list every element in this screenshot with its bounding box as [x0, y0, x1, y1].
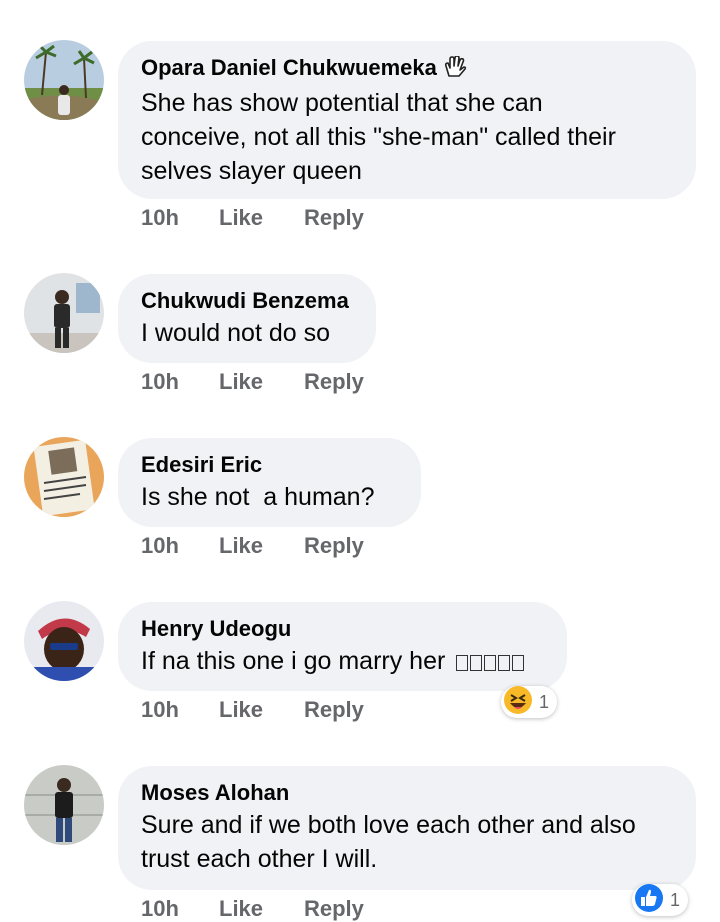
author-name[interactable]: Opara Daniel Chukwuemeka: [141, 53, 672, 86]
like-button[interactable]: Like: [219, 369, 263, 395]
comment-bubble: Opara Daniel Chukwuemeka She has show po…: [118, 41, 696, 199]
author-name[interactable]: Moses Alohan: [141, 778, 672, 808]
avatar[interactable]: [24, 273, 104, 353]
unrendered-emoji-icon: [454, 647, 525, 675]
timestamp[interactable]: 10h: [141, 697, 179, 723]
comment-text-line: selves slayer queen: [141, 157, 362, 185]
like-button[interactable]: Like: [219, 205, 263, 231]
avatar[interactable]: [24, 40, 104, 120]
reply-button[interactable]: Reply: [304, 896, 364, 922]
comment-text-line: conceive, not all this "she-man" called …: [141, 123, 616, 151]
comment-bubble: Edesiri Eric Is she not a human?: [118, 438, 421, 527]
top-fan-icon: [443, 55, 467, 86]
comment-text-line: Sure and if we both love each other and …: [141, 811, 636, 839]
avatar[interactable]: [24, 601, 104, 681]
timestamp[interactable]: 10h: [141, 369, 179, 395]
timestamp[interactable]: 10h: [141, 205, 179, 231]
author-name[interactable]: Edesiri Eric: [141, 450, 397, 480]
laughing-emoji-icon: [503, 685, 533, 720]
author-name[interactable]: Henry Udeogu: [141, 614, 543, 644]
like-button[interactable]: Like: [219, 896, 263, 922]
comment-text-line: I would not do so: [141, 319, 331, 347]
reply-button[interactable]: Reply: [304, 697, 364, 723]
reply-button[interactable]: Reply: [304, 205, 364, 231]
like-thumb-icon: [634, 883, 664, 918]
avatar[interactable]: [24, 437, 104, 517]
comment-text-line: She has show potential that she can: [141, 89, 543, 117]
timestamp[interactable]: 10h: [141, 896, 179, 922]
reaction-count: 1: [539, 691, 550, 712]
avatar[interactable]: [24, 765, 104, 845]
comment-text-line: trust each other I will.: [141, 845, 378, 873]
comment-text-line: If na this one i go marry her: [141, 644, 543, 678]
reaction-summary[interactable]: 1: [501, 685, 558, 720]
reaction-count: 1: [670, 889, 681, 910]
reply-button[interactable]: Reply: [304, 369, 364, 395]
comment-bubble: Henry Udeogu If na this one i go marry h…: [118, 602, 567, 691]
comment-bubble: Moses Alohan Sure and if we both love ea…: [118, 766, 696, 890]
comment-bubble: Chukwudi Benzema I would not do so: [118, 274, 376, 363]
author-name[interactable]: Chukwudi Benzema: [141, 286, 352, 316]
timestamp[interactable]: 10h: [141, 533, 179, 559]
reply-button[interactable]: Reply: [304, 533, 364, 559]
like-button[interactable]: Like: [219, 697, 263, 723]
like-button[interactable]: Like: [219, 533, 263, 559]
reaction-summary[interactable]: 1: [632, 883, 689, 918]
comment-text-line: Is she not a human?: [141, 483, 375, 511]
